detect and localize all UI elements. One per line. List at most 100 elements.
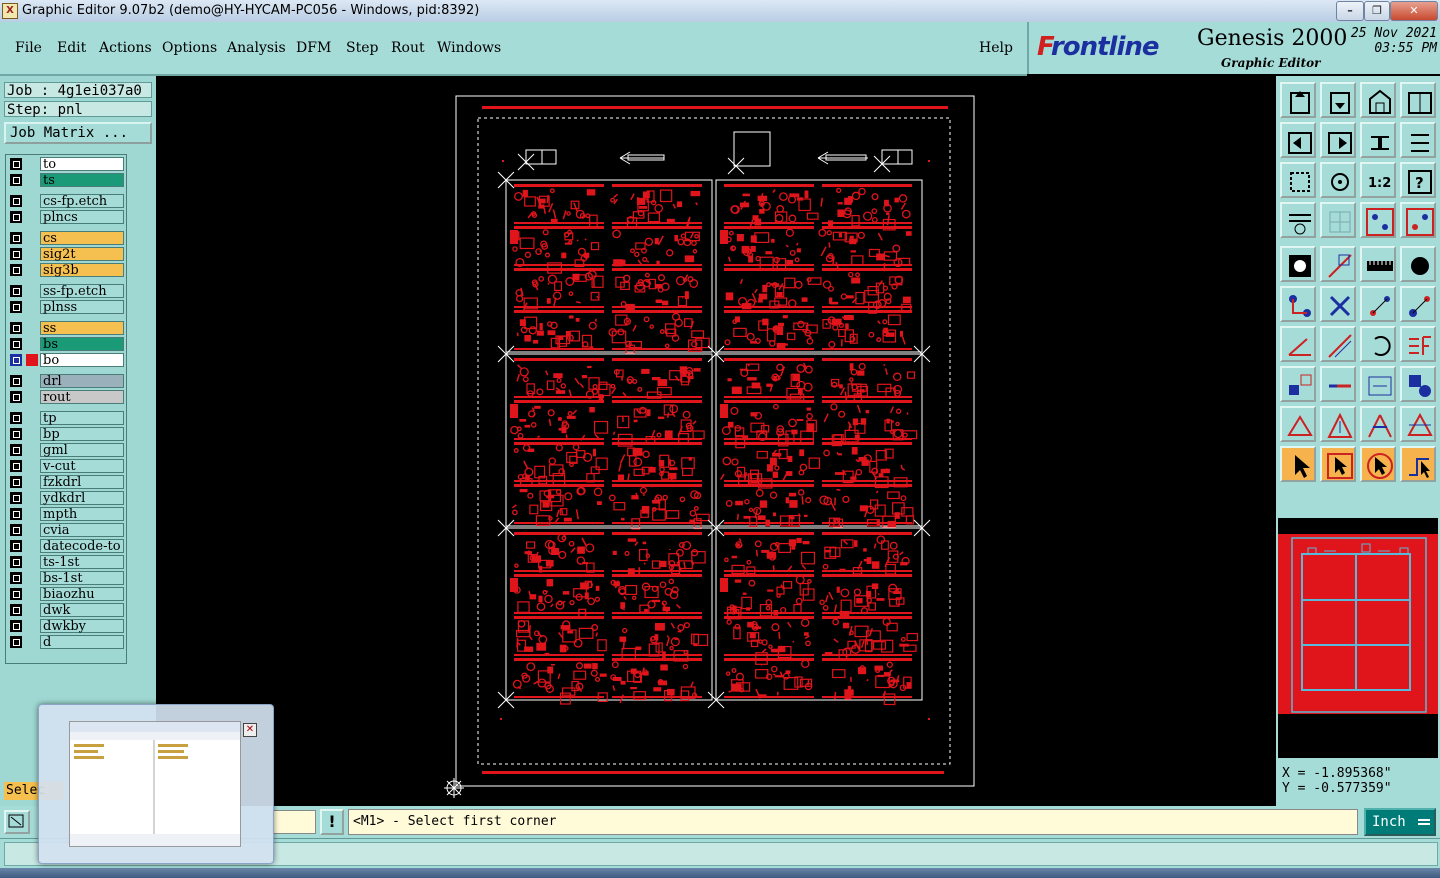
layer-name[interactable]: cs: [40, 231, 124, 246]
layer-row-d[interactable]: d: [8, 635, 124, 650]
layer-name[interactable]: ydkdrl: [40, 491, 124, 506]
layer-checkbox[interactable]: [10, 285, 22, 297]
layer-name[interactable]: bs-1st: [40, 571, 124, 586]
layer-checkbox[interactable]: [10, 476, 22, 488]
route-pointer-button[interactable]: [1400, 446, 1436, 482]
layer-row-fzkdrl[interactable]: fzkdrl: [8, 475, 124, 490]
layer-checkbox[interactable]: [10, 444, 22, 456]
layer-name[interactable]: fzkdrl: [40, 475, 124, 490]
triangle-red-button[interactable]: [1280, 406, 1316, 442]
triangle-blue-button[interactable]: [1320, 406, 1356, 442]
maximize-button[interactable]: ❐: [1364, 1, 1390, 21]
layer-row-datecode-to[interactable]: datecode-to: [8, 539, 124, 554]
layer-name[interactable]: gml: [40, 443, 124, 458]
layer-checkbox[interactable]: [10, 232, 22, 244]
graphic-canvas[interactable]: [156, 76, 1276, 806]
redraw-button[interactable]: [1400, 122, 1436, 158]
layer-name[interactable]: bp: [40, 427, 124, 442]
layer-row-mpth[interactable]: mpth: [8, 507, 124, 522]
layer-row-rout[interactable]: rout: [8, 390, 124, 405]
layer-name[interactable]: plnss: [40, 300, 124, 315]
layer-name[interactable]: bo: [40, 353, 124, 368]
layer-checkbox[interactable]: [10, 412, 22, 424]
slash-button[interactable]: [1320, 326, 1356, 362]
layer-checkbox[interactable]: [10, 620, 22, 632]
layer-name[interactable]: d: [40, 635, 124, 650]
circle-button[interactable]: [1400, 246, 1436, 282]
properties-button[interactable]: [1280, 202, 1316, 238]
layer-row-to[interactable]: to: [8, 157, 124, 172]
layer-row-sig3b[interactable]: sig3b: [8, 263, 124, 278]
menu-analysis[interactable]: Analysis: [227, 40, 286, 56]
zoom-out-button[interactable]: [1360, 82, 1396, 118]
center-button[interactable]: [1320, 162, 1356, 198]
zoom-home-button[interactable]: [1280, 82, 1316, 118]
thumbnail-close-icon[interactable]: ✕: [243, 723, 257, 737]
layer-checkbox[interactable]: [10, 460, 22, 472]
layer-row-cs-fp.etch[interactable]: cs-fp.etch: [8, 194, 124, 209]
layer-checkbox[interactable]: [10, 604, 22, 616]
objects-button[interactable]: [1400, 366, 1436, 402]
arc-button[interactable]: [1360, 326, 1396, 362]
layer-name[interactable]: bs: [40, 337, 124, 352]
menu-file[interactable]: File: [15, 40, 42, 56]
layer-row-dwkby[interactable]: dwkby: [8, 619, 124, 634]
layer-checkbox[interactable]: [10, 195, 22, 207]
connect-button[interactable]: [1400, 286, 1436, 322]
layer-name[interactable]: v-cut: [40, 459, 124, 474]
zoom-in-button[interactable]: [1320, 82, 1356, 118]
layer-checkbox[interactable]: [10, 354, 22, 366]
layer-row-ss-fp.etch[interactable]: ss-fp.etch: [8, 284, 124, 299]
menu-dfm[interactable]: DFM: [296, 40, 331, 56]
fit-window-button[interactable]: [1400, 82, 1436, 118]
menu-edit[interactable]: Edit: [57, 40, 86, 56]
layer-checkbox[interactable]: [10, 391, 22, 403]
distance-button[interactable]: [1360, 286, 1396, 322]
aux-field[interactable]: [272, 810, 316, 834]
menu-actions[interactable]: Actions: [99, 40, 152, 56]
layer-name[interactable]: ts: [40, 173, 124, 188]
layer-row-v-cut[interactable]: v-cut: [8, 459, 124, 474]
one-to-one-button[interactable]: 1:2: [1360, 162, 1396, 198]
layer-checkbox[interactable]: [10, 636, 22, 648]
layer-name[interactable]: tp: [40, 411, 124, 426]
layer-name[interactable]: ss: [40, 321, 124, 336]
triangle-up-button[interactable]: [1360, 406, 1396, 442]
cross-button[interactable]: [1320, 286, 1356, 322]
nodes-button[interactable]: [1280, 286, 1316, 322]
taskbar-thumbnail[interactable]: ✕: [38, 704, 274, 864]
layer-name[interactable]: datecode-to: [40, 539, 124, 554]
layer-row-bs-1st[interactable]: bs-1st: [8, 571, 124, 586]
zoom-previous-button[interactable]: [1280, 122, 1316, 158]
pointer-button[interactable]: [1280, 446, 1316, 482]
menu-step[interactable]: Step: [346, 40, 378, 56]
layer-name[interactable]: sig3b: [40, 263, 124, 278]
close-button[interactable]: ✕: [1390, 1, 1438, 21]
circle-pointer-button[interactable]: [1360, 446, 1396, 482]
layer-name[interactable]: rout: [40, 390, 124, 405]
layer-checkbox[interactable]: [10, 322, 22, 334]
ruler-button[interactable]: [1360, 246, 1396, 282]
snap-settings-button[interactable]: [1400, 202, 1436, 238]
swap-button[interactable]: [1360, 122, 1396, 158]
layer-name[interactable]: drl: [40, 374, 124, 389]
layer-row-sig2t[interactable]: sig2t: [8, 247, 124, 262]
layer-row-plncs[interactable]: plncs: [8, 210, 124, 225]
minimize-button[interactable]: –: [1336, 1, 1364, 21]
layer-row-cs[interactable]: cs: [8, 231, 124, 246]
layer-name[interactable]: dwk: [40, 603, 124, 618]
menu-options[interactable]: Options: [162, 40, 217, 56]
layer-name[interactable]: biaozhu: [40, 587, 124, 602]
measure-button[interactable]: [1360, 366, 1396, 402]
layer-row-cvia[interactable]: cvia: [8, 523, 124, 538]
pad-button[interactable]: [1280, 246, 1316, 282]
resize-icon[interactable]: [4, 810, 30, 834]
layer-row-tp[interactable]: tp: [8, 411, 124, 426]
layer-checkbox[interactable]: [10, 492, 22, 504]
layer-checkbox[interactable]: [10, 588, 22, 600]
zoom-next-button[interactable]: [1320, 122, 1356, 158]
layer-row-ss[interactable]: ss: [8, 321, 124, 336]
line-cut-button[interactable]: [1320, 366, 1356, 402]
snap-button[interactable]: [1360, 202, 1396, 238]
alert-icon[interactable]: !: [320, 809, 344, 835]
